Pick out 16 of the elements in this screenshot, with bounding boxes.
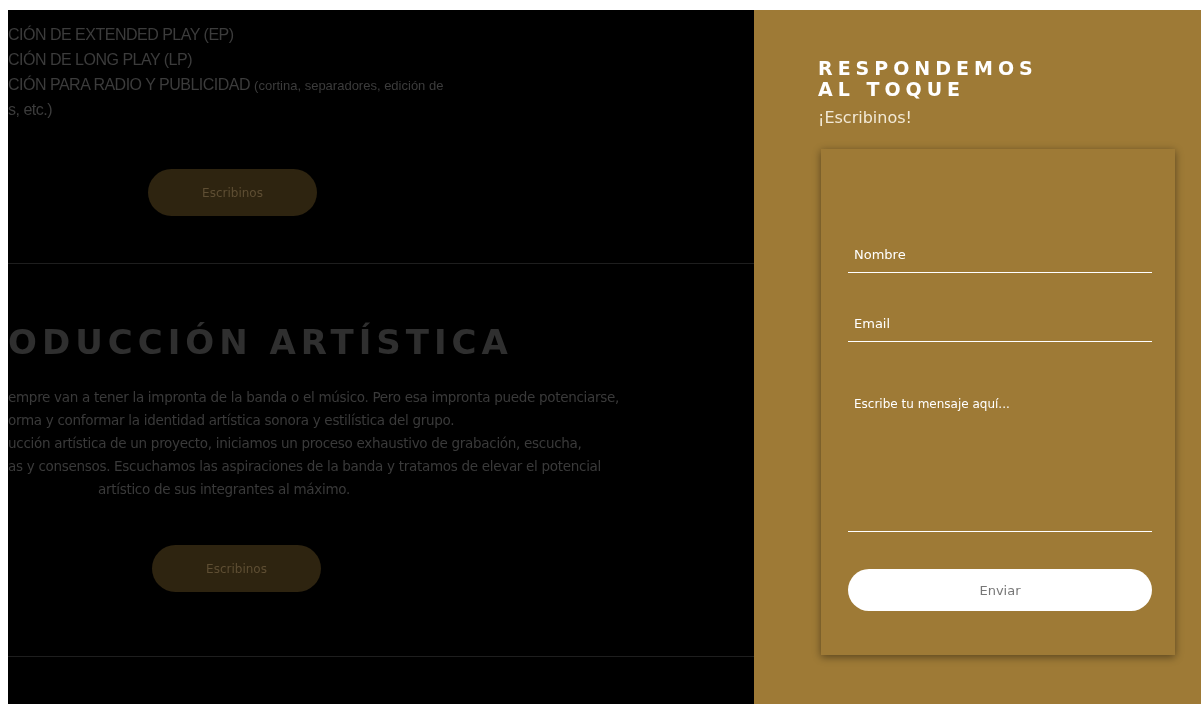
send-button[interactable]: Enviar [848, 569, 1152, 611]
service-note: (cortina, separadores, edición de [254, 78, 444, 93]
service-item: s, etc.) [8, 101, 52, 118]
contact-subtitle: ¡Escribinos! [818, 108, 913, 127]
contact-heading: RESPONDEMOS AL TOQUE [818, 58, 1039, 100]
paragraph-line: orma y conformar la identidad artística sonora y estilística del grupo. [8, 411, 455, 430]
text-field[interactable]: Nombre [848, 237, 1152, 273]
paragraph-line: artístico de sus integrantes al máximo. [98, 480, 351, 499]
paragraph-line: ucción artística de un proyecto, iniciamos un proceso exhaustivo de grabación, escucha, [8, 434, 582, 453]
paragraph-line: as y consensos. Escuchamos las aspiraciones de la banda y tratamos de elevar el potencial [8, 457, 602, 476]
message-field[interactable]: Escribe tu mensaje aquí... [848, 387, 1152, 532]
service-item: CIÓN DE EXTENDED PLAY (EP) [8, 26, 234, 43]
text-field[interactable]: Email [848, 306, 1152, 342]
service-item: CIÓN DE LONG PLAY (LP) [8, 51, 192, 68]
paragraph-line: empre van a tener la impronta de la banda o el músico. Pero esa impronta puede potenciarse, [8, 388, 619, 407]
service-item: CIÓN PARA RADIO Y PUBLICIDAD [8, 76, 251, 93]
